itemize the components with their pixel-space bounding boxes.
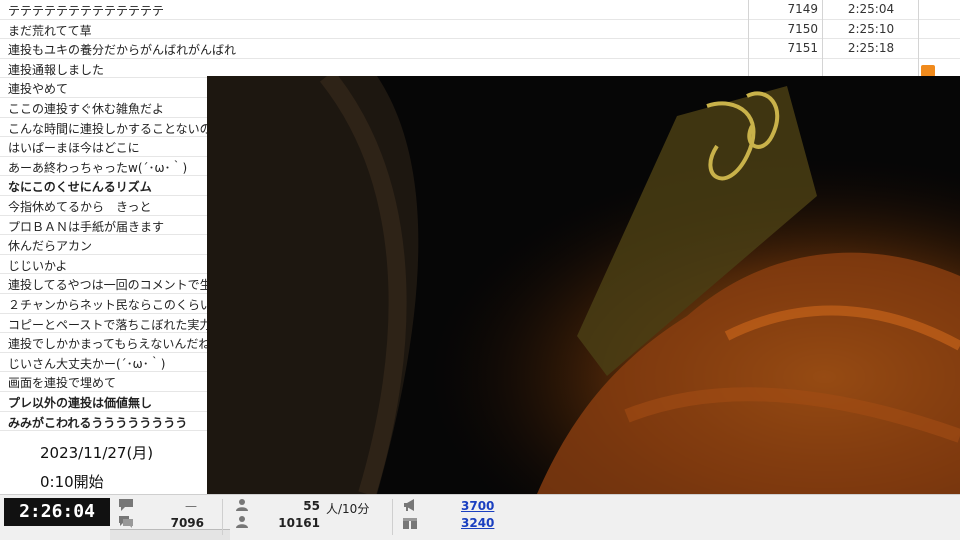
speech-bubble-icon <box>119 516 133 528</box>
comment-text: テテテテテテテテテテテテテ <box>8 4 165 18</box>
comment-text: 画面を連投で埋めて <box>8 376 117 391</box>
comment-text: 連投通報しました <box>8 62 105 77</box>
comment-text: プレ以外の連投は価値無し <box>8 396 153 410</box>
comment-text: じいさん大丈夫かー(´･ω･｀) <box>8 356 166 371</box>
comment-text: ここの連投すぐ休む雑魚だよ <box>8 102 165 116</box>
comment-text: こんな時間に連投しかすることないの想像 <box>8 121 236 136</box>
status-separator <box>392 499 393 535</box>
comment-text: プロＢＡＮは手紙が届きます <box>8 219 165 234</box>
person-icon <box>236 499 248 511</box>
comment-text: 連投してるやつは一回のコメントで生主に <box>8 278 236 293</box>
comment-row[interactable]: 連投もユキの養分だからがんばれがんばれ 7151 2:25:18 <box>0 39 960 59</box>
ad-points-link[interactable]: 3700 <box>461 499 494 513</box>
elapsed-time-clock: 2:26:04 <box>4 498 110 526</box>
comment-row[interactable]: まだ荒れてて草 7150 2:25:10 <box>0 20 960 40</box>
video-frame <box>207 76 960 494</box>
comment-number: 7151 <box>787 41 818 56</box>
status-bar: 2:26:04 — 7096 55 人/10分 10161 3700 3240 <box>0 494 960 540</box>
comment-text: はいぱーまほ今はどこに <box>8 141 140 156</box>
comment-number: 7149 <box>787 2 818 16</box>
comment-dash: — <box>185 499 197 513</box>
broadcast-date: 2023/11/27(月) <box>40 444 154 462</box>
column-divider <box>822 0 823 80</box>
tab-strip[interactable] <box>110 529 230 540</box>
comment-text: 休んだらアカン <box>8 239 93 254</box>
comment-text: まだ荒れてて草 <box>8 23 92 38</box>
column-divider <box>748 0 749 80</box>
megaphone-icon <box>404 499 414 511</box>
gift-points-link[interactable]: 3240 <box>461 516 494 530</box>
broadcast-start-time: 0:10開始 <box>40 473 104 491</box>
column-divider <box>918 0 919 80</box>
comment-text: みみがこわれるうううううううう <box>8 415 188 430</box>
comment-row[interactable]: テテテテテテテテテテテテテ 7149 2:25:04 <box>0 0 960 20</box>
broadcast-date-panel: 2023/11/27(月) 0:10開始 <box>0 440 207 494</box>
comment-count: 7096 <box>170 516 204 530</box>
comment-number: 7150 <box>787 21 818 36</box>
viewers-total: 10161 <box>278 516 320 530</box>
comment-text: 連投でしかかまってもらえないんだね <box>8 337 211 352</box>
viewers-unit: 人/10分 <box>326 502 370 516</box>
gift-icon <box>403 518 417 529</box>
speech-bubble-icon <box>119 499 133 511</box>
comment-text: あーあ終わっちゃったw(´･ω･｀) <box>8 160 188 175</box>
viewers-recent: 55 <box>303 499 320 513</box>
comment-text: 今指休めてるから きっと <box>8 200 152 214</box>
comment-time: 2:25:18 <box>847 41 895 56</box>
comment-text: じじいかよ <box>8 258 68 273</box>
comment-time: 2:25:04 <box>847 2 895 16</box>
comment-text: 連投もユキの養分だからがんばれがんばれ <box>8 43 237 58</box>
status-separator <box>222 499 223 535</box>
comment-text: なにこのくせにんるリズム <box>8 180 152 195</box>
comment-text: 連投やめて <box>8 82 69 97</box>
comment-time: 2:25:10 <box>847 21 895 36</box>
person-icon <box>236 516 248 528</box>
video-player[interactable] <box>207 76 960 494</box>
